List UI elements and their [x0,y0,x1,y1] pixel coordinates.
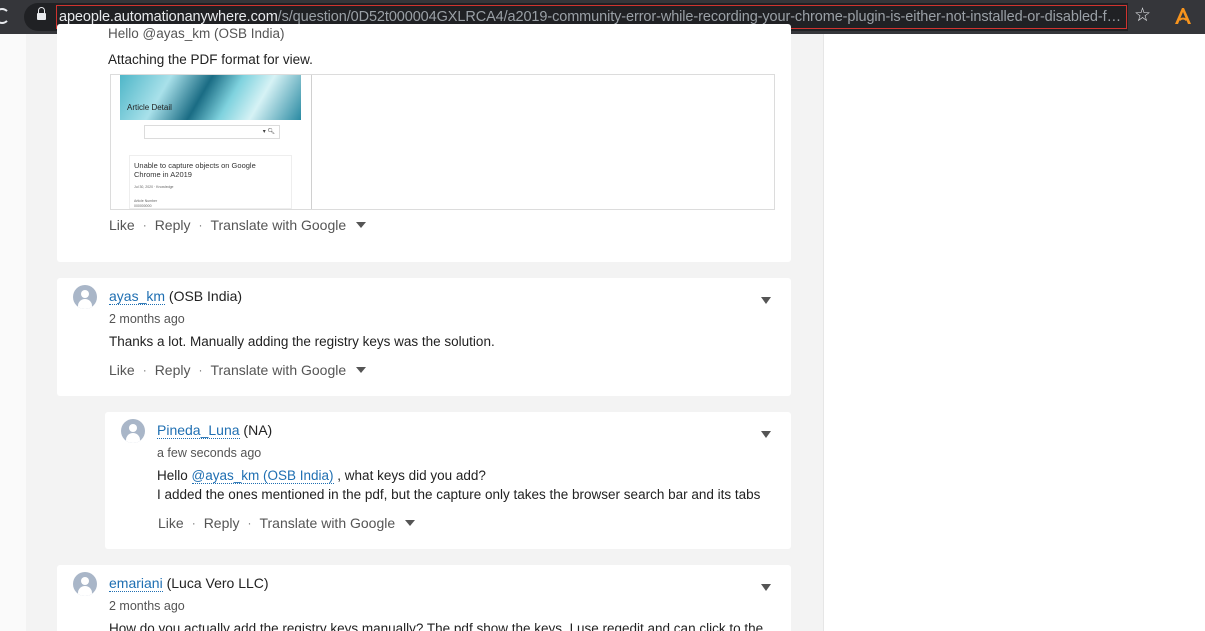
separator: · [191,516,196,530]
pdf-date-line: Jul 30, 2020 · Knowledge [134,185,174,189]
comment-body: Attaching the PDF format for view. [108,52,313,67]
comment-actions: Like · Reply · Translate with Google [109,362,367,378]
comment-feed: Hello @ayas_km (OSB India) Attaching the… [26,24,823,631]
separator: · [198,218,203,232]
page-content: Hello @ayas_km (OSB India) Attaching the… [0,24,1205,631]
separator: · [142,218,147,232]
separator: · [198,363,203,377]
comment-timestamp: 2 months ago [109,599,185,613]
pdf-search-box: ▾ 🔍︎ [144,125,280,139]
like-button[interactable]: Like [158,515,184,531]
author-org: (NA) [243,422,273,438]
avatar[interactable] [121,419,145,443]
author-org: (OSB India) [168,288,243,304]
reply-card: Pineda_Luna (NA) a few seconds ago Hello… [105,412,791,549]
reply-button[interactable]: Reply [204,515,240,531]
like-button[interactable]: Like [109,217,135,233]
translate-button[interactable]: Translate with Google [210,362,346,378]
pdf-article-number-label: Article Number [134,199,158,203]
reply-button[interactable]: Reply [155,362,191,378]
reply-button[interactable]: Reply [155,217,191,233]
translate-dropdown-icon[interactable] [356,222,367,228]
author-org: (Luca Vero LLC) [166,575,269,591]
lock-icon[interactable] [37,7,46,22]
comment-timestamp: a few seconds ago [157,446,262,460]
extension-icon[interactable] [1173,6,1193,26]
right-sidebar [823,34,1205,631]
comment-menu-icon[interactable] [761,431,771,438]
comment-timestamp: 2 months ago [109,312,185,326]
comment-menu-icon[interactable] [761,297,771,304]
comment-actions: Like · Reply · Translate with Google [109,217,367,233]
comment-body: How do you actually add the registry key… [109,621,764,631]
separator: · [142,363,147,377]
pdf-article-heading: Unable to capture objects on Google Chro… [134,161,256,179]
comment-card: Hello @ayas_km (OSB India) Attaching the… [57,24,791,262]
mention-link[interactable]: @ayas_km (OSB India) [191,468,334,484]
author-link[interactable]: ayas_km [109,288,166,305]
comment-actions: Like · Reply · Translate with Google [158,515,416,531]
comment-card: emariani (Luca Vero LLC) 2 months ago Ho… [57,565,791,631]
translate-dropdown-icon[interactable] [356,367,367,373]
comment-body-line2: I added the ones mentioned in the pdf, b… [157,487,761,502]
translate-dropdown-icon[interactable] [405,520,416,526]
url-path: /s/question/0D52t000004GXLRCA4/a2019-com… [277,9,1127,25]
star-icon[interactable]: ☆ [1134,5,1151,27]
pdf-banner-title: Article Detail [127,103,172,112]
pdf-thumbnail[interactable]: Article Detail ▾ 🔍︎ Unable to capture ob… [111,75,312,209]
left-gutter [0,34,26,631]
comment-partial-text: Hello @ayas_km (OSB India) [108,26,285,41]
comment-card: ayas_km (OSB India) 2 months ago Thanks … [57,278,791,396]
body-prefix: Hello [157,468,192,483]
avatar[interactable] [73,572,97,596]
comment-body: Thanks a lot. Manually adding the regist… [109,334,495,349]
url-host: apeople.automationanywhere.com [59,9,278,25]
translate-button[interactable]: Translate with Google [259,515,395,531]
reload-icon[interactable] [0,8,10,24]
comment-author: Pineda_Luna (NA) [157,421,272,439]
pdf-attachment-preview[interactable]: Article Detail ▾ 🔍︎ Unable to capture ob… [110,74,775,210]
translate-button[interactable]: Translate with Google [210,217,346,233]
like-button[interactable]: Like [109,362,135,378]
comment-author: ayas_km (OSB India) [109,287,242,305]
body-suffix: , what keys did you add? [333,468,486,483]
comment-author: emariani (Luca Vero LLC) [109,574,269,592]
comment-menu-icon[interactable] [761,584,771,591]
author-link[interactable]: emariani [109,575,163,592]
author-link[interactable]: Pineda_Luna [157,422,240,439]
pdf-banner-image [120,75,301,120]
avatar[interactable] [73,285,97,309]
separator: · [247,516,252,530]
comment-body-line1: Hello @ayas_km (OSB India) , what keys d… [157,466,486,485]
pdf-article-number: 000000000 [134,204,152,208]
